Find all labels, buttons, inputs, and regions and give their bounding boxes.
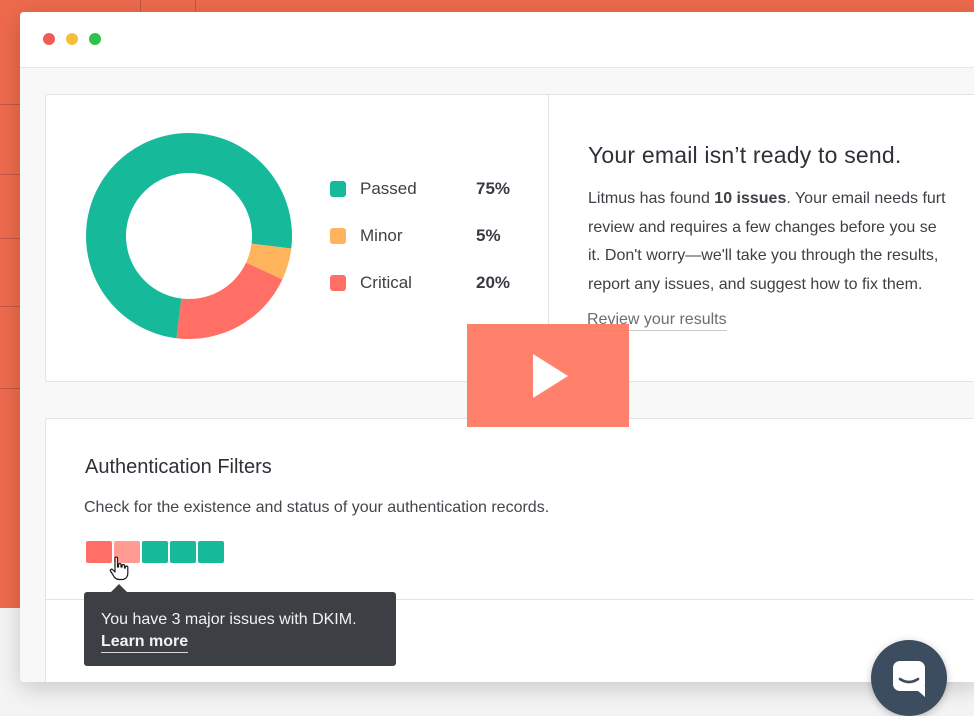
legend-label: Minor [360,226,403,245]
play-icon [533,354,568,398]
play-video-button[interactable] [467,324,629,427]
section-title: Authentication Filters [85,456,272,478]
description-line: report any issues, and suggest how to fi… [588,275,923,293]
tooltip-text: You have 3 major issues with DKIM. [101,611,357,628]
legend-percent: 75% [476,179,511,198]
chat-icon [893,661,925,697]
auth-segment-passed[interactable] [142,541,168,563]
description-line: it. Don't worry—we'll take you through t… [588,247,939,265]
legend-percent: 20% [476,273,511,292]
legend-swatch [330,181,346,197]
legend-label: Passed [360,179,417,198]
window-titlebar [20,12,974,68]
browser-window: Passed 75% Minor 5% Critical 20% Your em… [20,12,974,682]
issues-count: 10 issues [714,190,787,207]
legend-percent: 5% [476,226,501,245]
donut-slice-critical [176,262,283,339]
section-description: Check for the existence and status of yo… [84,499,550,516]
status-description: Litmus has found 10 issues. Your email n… [588,185,974,299]
learn-more-link[interactable]: Learn more [101,633,189,653]
status-headline: Your email isn’t ready to send. [588,142,902,168]
hand-pointer-icon [109,556,129,581]
close-window-button[interactable] [43,33,55,45]
results-donut-chart [86,133,292,339]
auth-segment-passed[interactable] [170,541,196,563]
chat-launcher-button[interactable] [871,640,947,716]
legend-swatch [330,228,346,244]
legend-label: Critical [360,273,412,292]
maximize-window-button[interactable] [89,33,101,45]
description-line: Litmus has found 10 issues. Your email n… [588,190,946,207]
description-line: review and requires a few changes before… [588,218,937,236]
auth-segment-passed[interactable] [198,541,224,563]
dkim-issues-tooltip: You have 3 major issues with DKIM. Learn… [84,584,396,666]
minimize-window-button[interactable] [66,33,78,45]
legend-swatch [330,275,346,291]
